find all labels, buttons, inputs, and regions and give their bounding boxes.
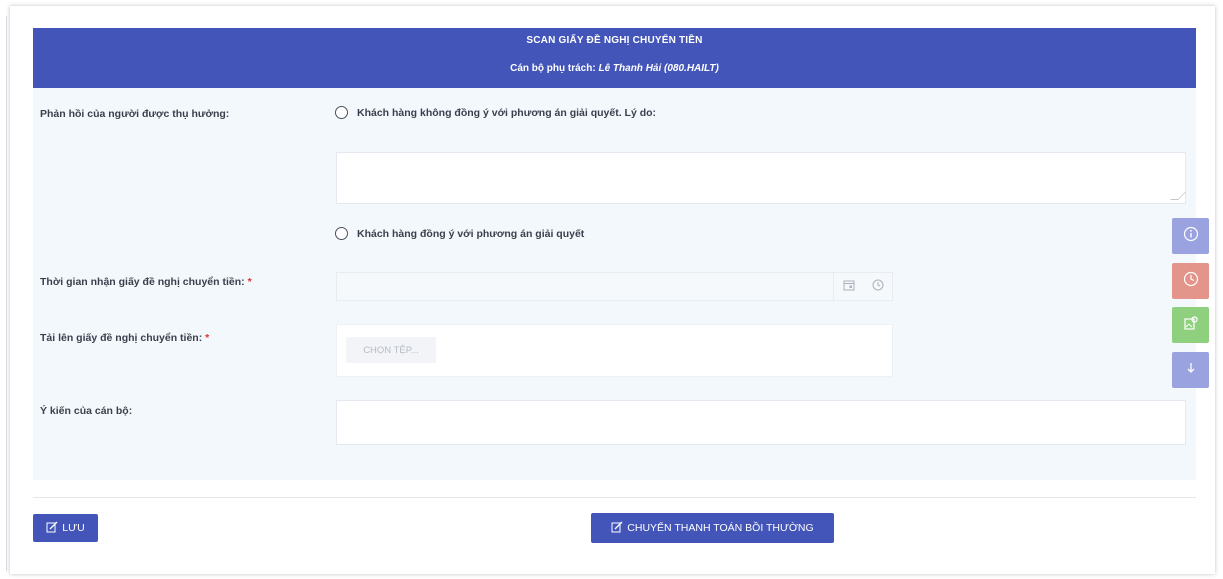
side-gallery-button[interactable] <box>1172 307 1209 343</box>
upload-label-text: Tải lên giấy đề nghị chuyển tiền: <box>40 332 203 344</box>
resize-grip-icon[interactable] <box>1170 192 1186 200</box>
choose-file-button[interactable]: CHỌN TỆP... <box>346 337 436 363</box>
officer-label: Cán bộ phụ trách: <box>510 63 596 74</box>
calendar-icon[interactable] <box>843 279 855 294</box>
save-button-label: LƯU <box>62 522 85 534</box>
image-icon <box>1183 315 1199 335</box>
receive-time-label: Thời gian nhận giấy đề nghị chuyển tiền:… <box>40 276 252 288</box>
required-mark: * <box>205 332 210 344</box>
radio-agree[interactable]: Khách hàng đồng ý với phương án giải quy… <box>335 227 584 240</box>
panel-title: SCAN GIẤY ĐỀ NGHỊ CHUYỂN TIỀN <box>526 35 703 46</box>
save-button[interactable]: LƯU <box>33 514 98 542</box>
clock-icon <box>1183 271 1199 291</box>
radio-disagree-circle[interactable] <box>335 106 348 119</box>
feedback-label: Phản hồi của người được thụ hưởng: <box>40 108 230 120</box>
footer-divider <box>33 497 1196 498</box>
info-icon <box>1183 226 1199 246</box>
page-left-border <box>6 16 7 571</box>
radio-disagree[interactable]: Khách hàng không đồng ý với phương án gi… <box>335 106 656 119</box>
arrow-down-icon <box>1184 361 1198 379</box>
officer-opinion-label: Ý kiến của cán bộ: <box>40 405 133 417</box>
officer-line: Cán bộ phụ trách: Lê Thanh Hải (080.HAIL… <box>33 63 1196 74</box>
required-mark: * <box>247 276 252 288</box>
date-addons <box>833 273 892 300</box>
side-history-button[interactable] <box>1172 263 1209 299</box>
file-upload-box: CHỌN TỆP... <box>336 324 893 377</box>
transfer-payment-button[interactable]: CHUYỂN THANH TOÁN BỒI THƯỜNG <box>591 513 834 543</box>
radio-agree-circle[interactable] <box>335 227 348 240</box>
receive-time-input[interactable] <box>336 272 893 301</box>
edit-icon <box>46 521 58 536</box>
radio-agree-label: Khách hàng đồng ý với phương án giải quy… <box>357 227 585 240</box>
officer-name: Lê Thanh Hải (080.HAILT) <box>598 63 719 74</box>
upload-label: Tải lên giấy đề nghị chuyển tiền: * <box>40 332 209 344</box>
officer-opinion-input[interactable] <box>336 400 1186 445</box>
receive-time-label-text: Thời gian nhận giấy đề nghị chuyển tiền: <box>40 276 245 288</box>
radio-disagree-label: Khách hàng không đồng ý với phương án gi… <box>357 106 657 119</box>
disagree-reason-textarea[interactable] <box>336 152 1186 204</box>
edit-icon <box>611 521 623 536</box>
panel-header: SCAN GIẤY ĐỀ NGHỊ CHUYỂN TIỀN Cán bộ phụ… <box>33 28 1196 88</box>
side-info-button[interactable] <box>1172 218 1209 254</box>
side-download-button[interactable] <box>1172 352 1209 388</box>
transfer-payment-button-label: CHUYỂN THANH TOÁN BỒI THƯỜNG <box>627 522 814 534</box>
clock-icon[interactable] <box>872 279 884 294</box>
